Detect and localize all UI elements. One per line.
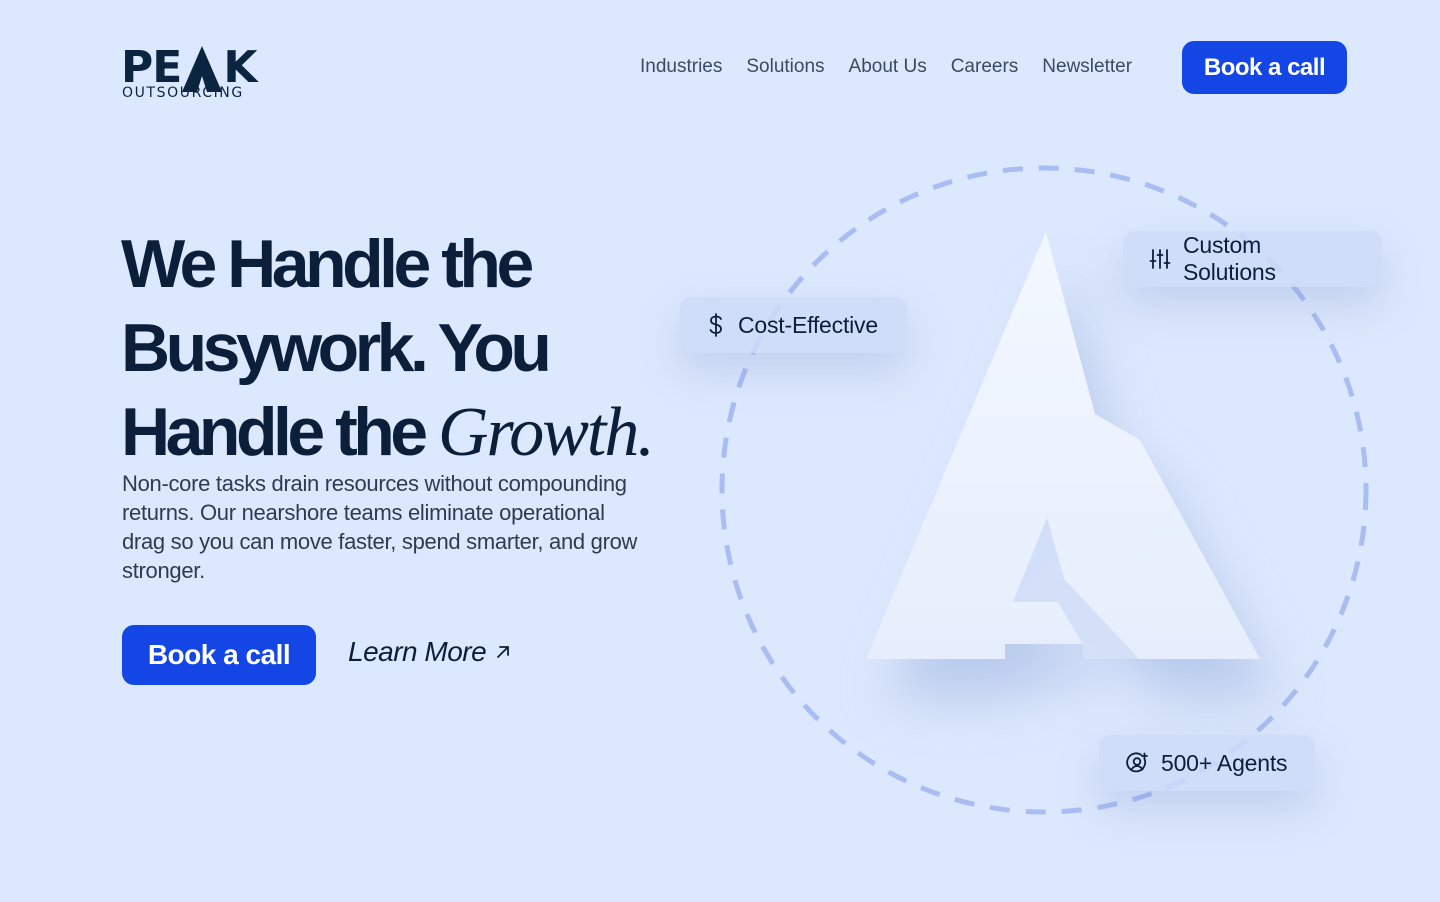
sliders-icon [1149,249,1171,269]
hero-title-line-1: We Handle the [121,226,534,302]
nav-item-about-us[interactable]: About Us [849,56,927,78]
learn-more-link[interactable]: Learn More [348,636,512,668]
brand-logo[interactable]: PE K OUTSOURCING [121,34,266,102]
main-nav: Industries Solutions About Us Careers Ne… [640,56,1132,78]
header-book-call-button[interactable]: Book a call [1182,41,1347,94]
hero-title-line-3: Handle the [121,394,438,470]
nav-item-solutions[interactable]: Solutions [746,56,824,78]
nav-item-careers[interactable]: Careers [951,56,1019,78]
feature-chip-cost-effective: Cost-Effective [680,297,907,353]
arrow-up-right-icon [497,646,510,658]
hero-book-call-button[interactable]: Book a call [122,625,316,685]
nav-item-industries[interactable]: Industries [640,56,722,78]
user-circle-icon [1126,752,1148,773]
feature-chip-agents: 500+ Agents [1099,735,1315,791]
feature-label-custom: Custom Solutions [1183,232,1276,285]
hero-description: Non-core tasks drain resources without c… [122,471,638,583]
feature-label-agents: 500+ Agents [1161,749,1288,776]
nav-item-newsletter[interactable]: Newsletter [1042,56,1132,78]
feature-label-cost: Cost-Effective [738,311,878,338]
hero-title: We Handle the Busywork. You Handle the G… [121,222,681,475]
logo-wordmark: PE K [121,42,257,93]
dollar-icon [709,313,722,337]
learn-more-label: Learn More [348,636,487,667]
hero-title-accent: Growth. [438,394,655,471]
feature-chip-custom-solutions: Custom Solutions [1123,231,1382,287]
logo-tagline: OUTSOURCING [122,85,244,101]
hero-title-line-2: Busywork. You [121,310,552,386]
